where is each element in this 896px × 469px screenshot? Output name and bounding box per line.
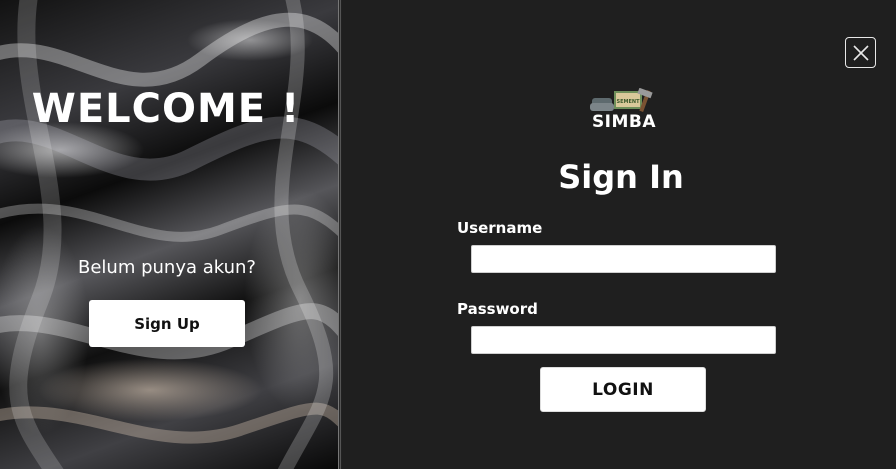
close-button[interactable] (845, 37, 876, 68)
panel-divider (338, 0, 342, 469)
login-button[interactable]: LOGIN (540, 367, 706, 412)
no-account-text: Belum punya akun? (77, 257, 256, 278)
welcome-panel: WELCOME ! Belum punya akun? Sign Up (0, 0, 338, 469)
username-field[interactable] (471, 245, 776, 273)
simba-logo: SEMENT SIMBA (588, 87, 660, 134)
welcome-heading: WELCOME ! (31, 86, 301, 132)
password-field[interactable] (471, 326, 776, 354)
username-label: Username (457, 219, 543, 237)
signup-button[interactable]: Sign Up (89, 300, 245, 347)
logo-text: SIMBA (591, 112, 657, 132)
password-label: Password (457, 300, 538, 318)
close-icon (852, 44, 869, 61)
sign-in-title: Sign In (558, 158, 684, 196)
logo-sign-text: SEMENT (616, 99, 640, 105)
abstract-background-image (0, 0, 338, 469)
